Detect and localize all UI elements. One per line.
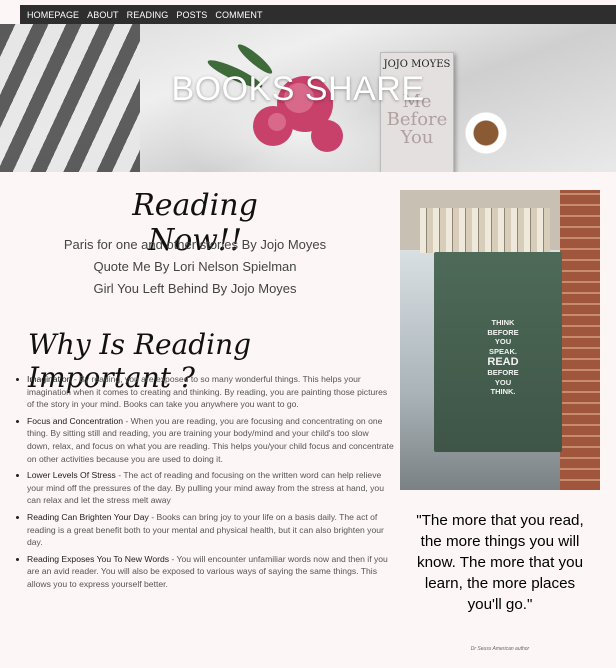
benefit-item: Focus and Concentration - When you are r… — [14, 415, 394, 465]
sign-line: BEFORE — [487, 368, 519, 377]
book-cover-author: JOJO MOYES — [383, 59, 451, 70]
benefit-item: Reading Can Brighten Your Day - Books ca… — [14, 511, 394, 549]
benefits-list: Imagination - By reading, you are expose… — [14, 373, 394, 595]
brick-wall — [560, 190, 600, 490]
benefit-title: Imagination — [27, 374, 72, 384]
nav-homepage[interactable]: HOMEPAGE — [27, 10, 79, 20]
quote-attribution: Dr Seuss American author — [470, 646, 530, 652]
nav-reading[interactable]: READING — [127, 10, 169, 20]
bin-sign-text: THINK BEFORE YOU SPEAK. READ BEFORE YOU … — [472, 318, 534, 397]
nav-about[interactable]: ABOUT — [87, 10, 119, 20]
benefit-title: Reading Exposes You To New Words — [27, 553, 170, 564]
sign-line: YOU — [494, 377, 512, 387]
sign-line: THINK — [491, 318, 515, 327]
reading-item: Paris for one and other stories By Jojo … — [63, 237, 327, 252]
benefit-title: Focus and Concentration — [27, 415, 124, 426]
reading-item: Quote Me By Lori Nelson Spielman — [93, 259, 297, 274]
hero-banner: JOJO MOYES Me Before You BOOKS SHARE — [0, 24, 616, 172]
book-bin-photo: THINK BEFORE YOU SPEAK. READ BEFORE YOU … — [400, 190, 600, 490]
coffee-cup-image — [465, 112, 507, 154]
sign-line: THINK. — [490, 387, 516, 396]
sign-line: READ — [487, 356, 519, 368]
benefit-item: Reading Exposes You To New Words - You w… — [14, 553, 394, 591]
sign-line: SPEAK. — [489, 346, 517, 356]
nav-posts[interactable]: POSTS — [176, 10, 207, 20]
reading-now-list: Paris for one and other stories By Jojo … — [40, 234, 350, 300]
sign-line: YOU — [494, 337, 512, 346]
reading-item: Girl You Left Behind By Jojo Moyes — [93, 281, 297, 296]
benefit-item: Lower Levels Of Stress - The act of read… — [14, 469, 394, 507]
top-navbar: HOMEPAGE ABOUT READING POSTS COMMENT — [20, 5, 616, 24]
benefit-text: - By reading, you are exposed to so many… — [27, 374, 388, 410]
stacked-books — [420, 208, 550, 253]
site-title: BOOKS SHARE — [171, 70, 425, 108]
benefit-title: Reading Can Brighten Your Day — [27, 511, 149, 522]
benefit-title: Lower Levels Of Stress — [27, 470, 116, 481]
sign-line: BEFORE — [487, 327, 519, 337]
nav-comment[interactable]: COMMENT — [215, 10, 262, 20]
seuss-quote: "The more that you read, the more things… — [416, 512, 584, 613]
benefit-item: Imagination - By reading, you are expose… — [14, 373, 394, 411]
